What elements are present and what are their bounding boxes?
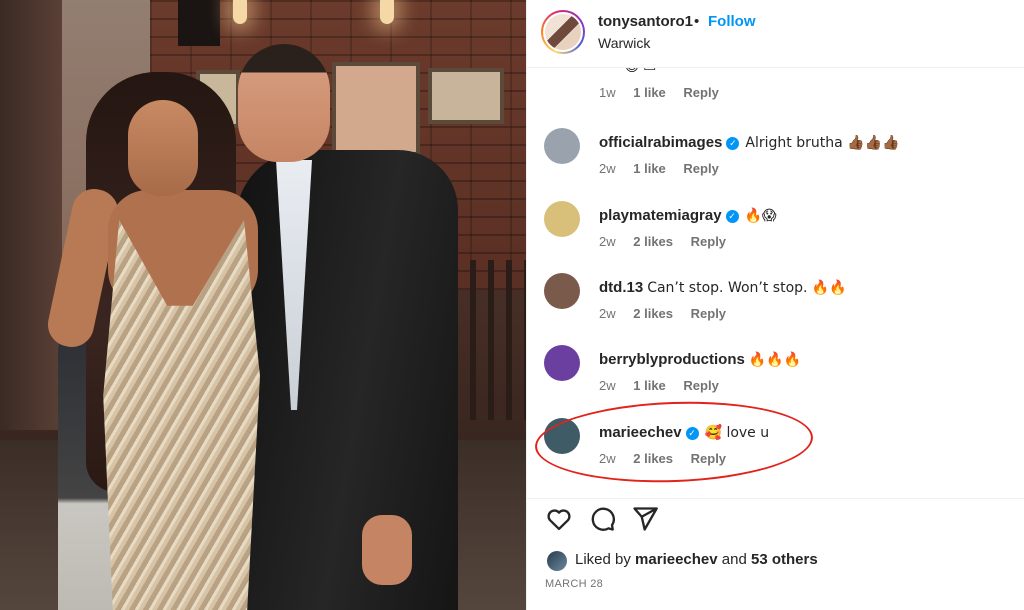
likes-prefix: Liked by: [575, 551, 631, 568]
man-suit: [236, 150, 458, 610]
commenter-username[interactable]: officialrabimages: [599, 134, 722, 151]
post-actions: Liked by marieechev and 53 others MARCH …: [527, 498, 1024, 610]
commenter-avatar[interactable]: [544, 418, 580, 454]
commenter-avatar[interactable]: [544, 128, 580, 164]
liker-username[interactable]: marieechev: [635, 551, 718, 568]
separator-dot: •: [694, 13, 700, 30]
comment-meta: 2w 2 likes Reply: [599, 451, 740, 466]
comment-meta: 1w 1 like Reply: [599, 85, 733, 100]
wall-picture-frame: [332, 62, 420, 156]
comment-age: 2w: [599, 306, 616, 321]
comment-line: marieechev ✓ 🥰 love u: [599, 424, 769, 441]
post-header: tonysantoro1 • Follow Warwick: [527, 0, 1024, 68]
commenter-username[interactable]: playmatemiagray: [599, 207, 722, 224]
comment-age: 1w: [599, 85, 616, 100]
reply-button[interactable]: Reply: [683, 161, 718, 176]
commenter-avatar[interactable]: [544, 345, 580, 381]
comment-age: 2w: [599, 234, 616, 249]
reply-button[interactable]: Reply: [691, 451, 726, 466]
comment-item: officialrabimages ✓ Alright brutha 👍🏾👍🏾👍🏾 …: [527, 128, 1024, 200]
commenter-username[interactable]: dtd.13: [599, 279, 643, 296]
comment-likes[interactable]: 2 likes: [633, 451, 673, 466]
comment-age: 2w: [599, 451, 616, 466]
comment-text: 🔥🔥🔥: [748, 352, 802, 368]
wall-fixture: [178, 0, 220, 46]
comment-likes[interactable]: 1 like: [633, 378, 666, 393]
reply-button[interactable]: Reply: [691, 306, 726, 321]
comment-bubble-icon[interactable]: [588, 505, 616, 533]
ceiling-lamp: [380, 0, 394, 24]
follow-button[interactable]: Follow: [708, 13, 756, 30]
likes-summary[interactable]: Liked by marieechev and 53 others: [575, 551, 818, 568]
post-side-panel: tonysantoro1 • Follow Warwick · · · 😄 ▭ …: [526, 0, 1024, 610]
post-date: MARCH 28: [545, 578, 604, 590]
reply-button[interactable]: Reply: [691, 234, 726, 249]
stair-railing: [470, 260, 526, 420]
heart-icon[interactable]: [545, 505, 573, 533]
comment-likes[interactable]: 2 likes: [633, 234, 673, 249]
comment-age: 2w: [599, 378, 616, 393]
comment-line: playmatemiagray ✓ 🔥😱: [599, 207, 777, 224]
comment-likes[interactable]: 1 like: [633, 161, 666, 176]
verified-badge-icon: ✓: [725, 210, 739, 223]
liker-avatar[interactable]: [547, 551, 567, 571]
comment-meta: 2w 1 like Reply: [599, 378, 733, 393]
commenter-avatar[interactable]: [544, 273, 580, 309]
comment-text: 🥰 love u: [704, 425, 770, 441]
commenter-username[interactable]: berryblyproductions: [599, 351, 745, 368]
comment-likes[interactable]: 2 likes: [633, 306, 673, 321]
verified-badge-icon: ✓: [685, 427, 699, 440]
comment-item: berryblyproductions 🔥🔥🔥 2w 1 like Reply: [527, 345, 1024, 417]
comment-item: marieechev ✓ 🥰 love u 2w 2 likes Reply: [527, 418, 1024, 490]
comment-text: Can’t stop. Won’t stop. 🔥🔥: [647, 280, 847, 296]
comments-list[interactable]: · · · 😄 ▭ 1w 1 like Reply officialrabima…: [527, 68, 1024, 498]
paper-plane-icon[interactable]: [631, 505, 659, 533]
commenter-avatar[interactable]: [544, 201, 580, 237]
comment-item: dtd.13 Can’t stop. Won’t stop. 🔥🔥 2w 2 li…: [527, 273, 1024, 345]
partial-comment-text: · · · 😄 ▭: [599, 68, 656, 75]
man-head: [238, 44, 330, 162]
commenter-username[interactable]: marieechev: [599, 424, 682, 441]
comment-likes[interactable]: 1 like: [633, 85, 666, 100]
post-location[interactable]: Warwick: [598, 35, 650, 51]
author-avatar[interactable]: [541, 10, 585, 54]
man-hand: [362, 515, 412, 585]
ceiling-lamp: [233, 0, 247, 24]
reply-button[interactable]: Reply: [683, 378, 718, 393]
comment-text: Alright brutha 👍🏾👍🏾👍🏾: [745, 135, 900, 151]
likes-others[interactable]: 53 others: [751, 551, 818, 568]
comment-line: berryblyproductions 🔥🔥🔥: [599, 351, 801, 368]
comment-meta: 2w 1 like Reply: [599, 161, 733, 176]
author-username[interactable]: tonysantoro1: [598, 13, 693, 30]
woman-face: [128, 100, 198, 196]
comment-meta: 2w 2 likes Reply: [599, 234, 740, 249]
comment-line: officialrabimages ✓ Alright brutha 👍🏾👍🏾👍🏾: [599, 134, 899, 151]
likes-and: and: [721, 551, 747, 568]
comment-text: 🔥😱: [744, 208, 777, 224]
post-photo[interactable]: [0, 0, 526, 610]
comment-line: dtd.13 Can’t stop. Won’t stop. 🔥🔥: [599, 279, 847, 296]
curtain: [0, 0, 62, 430]
comment-meta: 2w 2 likes Reply: [599, 306, 740, 321]
comment-item: playmatemiagray ✓ 🔥😱 2w 2 likes Reply: [527, 201, 1024, 273]
comment-age: 2w: [599, 161, 616, 176]
verified-badge-icon: ✓: [726, 137, 740, 150]
reply-button[interactable]: Reply: [683, 85, 718, 100]
wall-picture-frame: [428, 68, 504, 124]
